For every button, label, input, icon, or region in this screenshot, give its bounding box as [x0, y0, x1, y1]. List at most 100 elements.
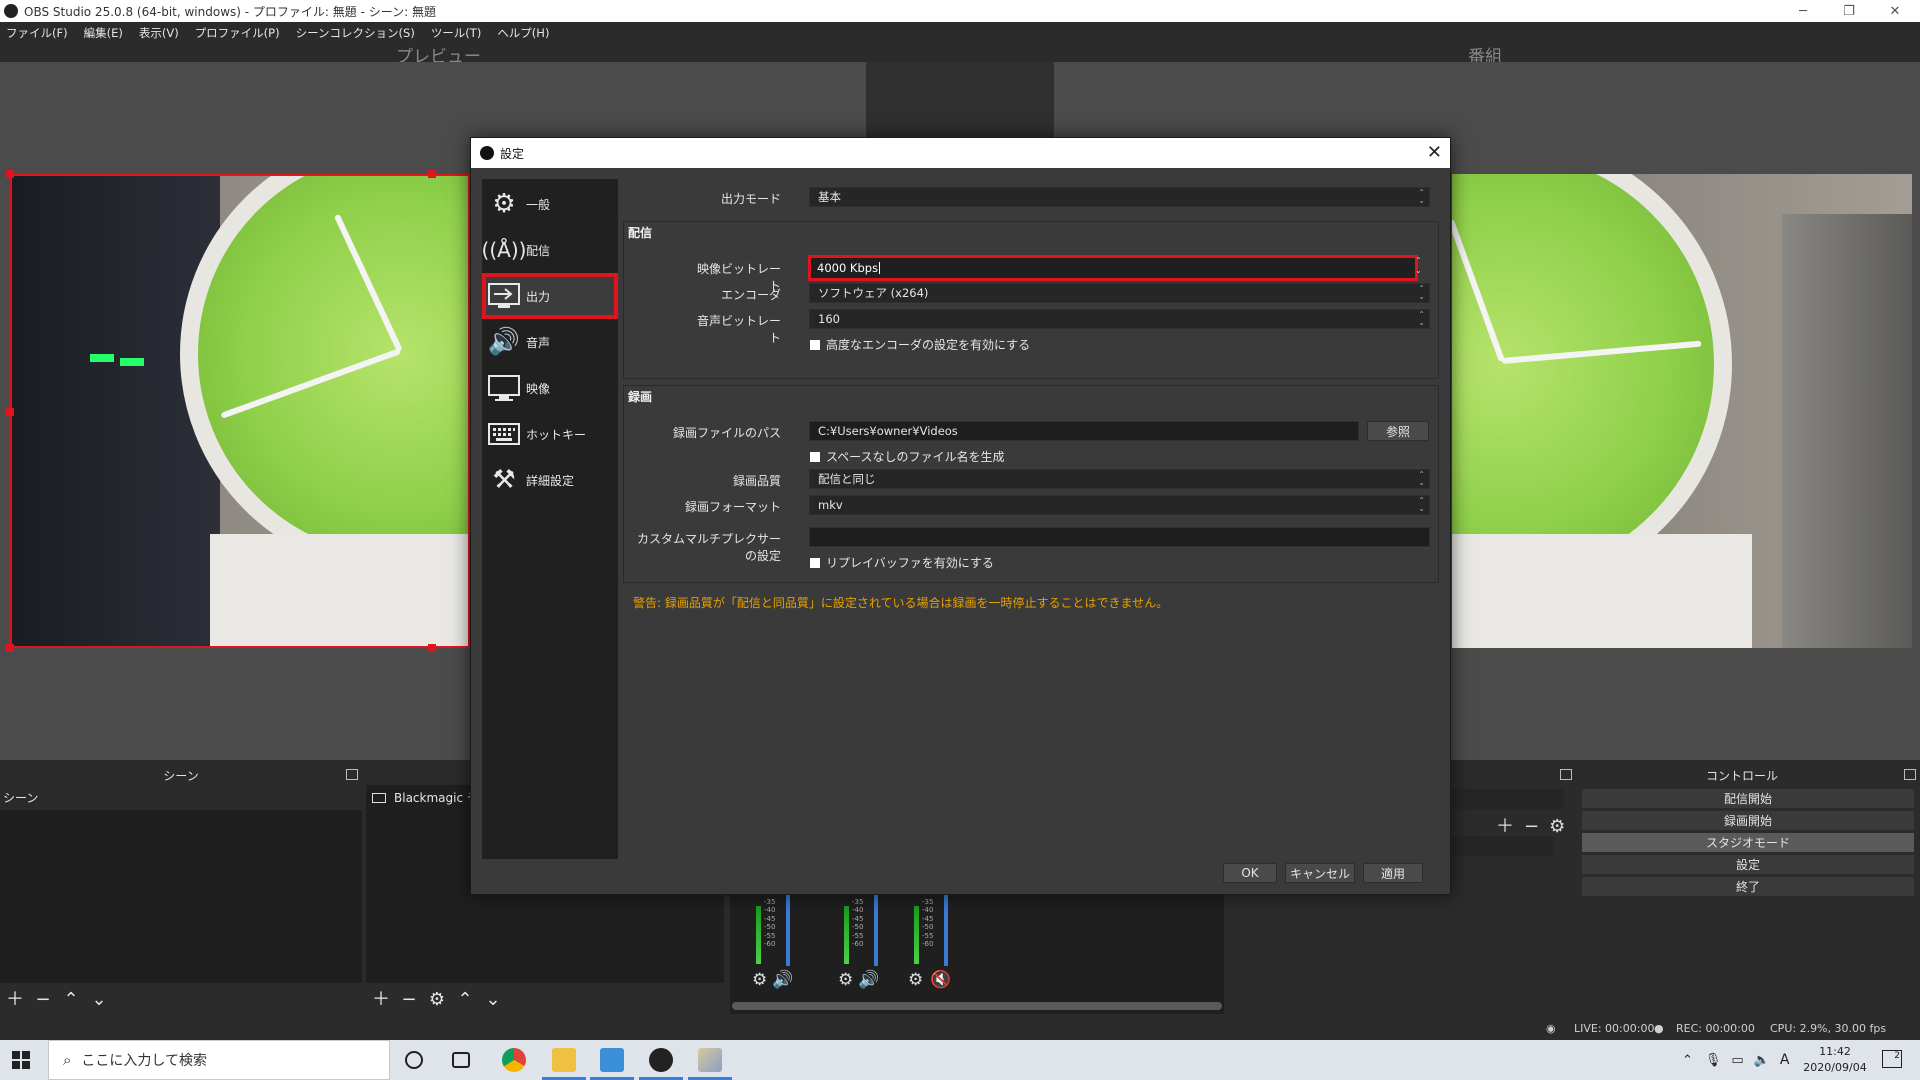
paint-icon[interactable]: [698, 1048, 722, 1072]
move-down-icon[interactable]: ⌄: [482, 990, 504, 1010]
menu-profile[interactable]: プロファイル(P): [195, 25, 280, 41]
menu-view[interactable]: 表示(V): [139, 25, 179, 41]
microphone-icon[interactable]: 🎙: [1705, 1053, 1722, 1068]
menu-scene-collection[interactable]: シーンコレクション(S): [296, 25, 415, 41]
gear-icon[interactable]: ⚙: [908, 970, 923, 990]
spinner-arrows-icon[interactable]: ⌃ ⌄: [1415, 256, 1422, 276]
browse-button[interactable]: 参照: [1367, 421, 1429, 441]
cancel-button[interactable]: キャンセル: [1285, 863, 1355, 883]
add-icon[interactable]: ＋: [4, 990, 26, 1010]
menu-edit[interactable]: 編集(E): [84, 25, 123, 41]
move-up-icon[interactable]: ⌃: [454, 990, 476, 1010]
output-mode-select[interactable]: 基本 ⌃ ⌄: [809, 187, 1430, 207]
recording-path-input[interactable]: C:¥Users¥owner¥Videos: [809, 421, 1359, 441]
start-recording-button[interactable]: 録画開始: [1582, 811, 1914, 830]
exit-button[interactable]: 終了: [1582, 877, 1914, 896]
recording-format-label: 録画フォーマット: [684, 500, 781, 514]
close-icon[interactable]: ✕: [1427, 142, 1442, 163]
tools-icon: ⚒: [492, 465, 516, 495]
speaker-icon[interactable]: 🔊: [772, 970, 793, 990]
nav-item-stream[interactable]: ((Å)) 配信: [482, 227, 618, 273]
speaker-icon[interactable]: 🔊: [858, 970, 879, 990]
gear-icon[interactable]: ⚙: [752, 970, 767, 990]
gear-icon[interactable]: ⚙: [838, 970, 853, 990]
gear-icon[interactable]: ⚙: [1549, 816, 1575, 837]
keyboard-icon: [486, 418, 522, 450]
ime-indicator[interactable]: A: [1780, 1052, 1790, 1068]
task-view-icon[interactable]: [452, 1052, 470, 1068]
apply-button[interactable]: 適用: [1363, 863, 1423, 883]
muted-speaker-icon[interactable]: 🔇: [930, 970, 951, 990]
maximize-button[interactable]: ❐: [1826, 0, 1872, 22]
transition-select[interactable]: [1452, 789, 1564, 809]
audio-mixer: -35 -40 -45 -50 -55 -60 -35 -40 -45 -50 -55 -60 -3…: [730, 892, 1224, 1014]
volume-slider[interactable]: [786, 892, 790, 966]
nav-item-general[interactable]: ⚙ 一般: [482, 181, 618, 227]
minimize-button[interactable]: ─: [1780, 0, 1826, 22]
scene-item[interactable]: シーン: [0, 785, 362, 810]
menu-file[interactable]: ファイル(F): [6, 25, 68, 41]
nav-item-audio[interactable]: 🔊 音声: [482, 319, 618, 365]
undock-icon[interactable]: [346, 769, 358, 780]
menu-tools[interactable]: ツール(T): [431, 25, 482, 41]
clock[interactable]: 11:42 2020/09/04: [1800, 1044, 1870, 1076]
remove-icon[interactable]: −: [32, 990, 54, 1010]
studio-mode-button[interactable]: スタジオモード: [1582, 833, 1914, 852]
network-icon[interactable]: ▭: [1731, 1053, 1743, 1068]
move-down-icon[interactable]: ⌄: [88, 990, 110, 1010]
add-icon[interactable]: ＋: [1496, 816, 1524, 837]
nav-item-video[interactable]: 映像: [482, 365, 618, 411]
gear-icon[interactable]: ⚙: [426, 990, 448, 1010]
resize-handle[interactable]: [6, 644, 14, 652]
replay-buffer-checkbox[interactable]: リプレイバッファを有効にする: [810, 554, 994, 571]
cortana-icon[interactable]: [405, 1051, 423, 1069]
windows-start-icon[interactable]: [12, 1051, 30, 1069]
duration-input[interactable]: [1452, 836, 1554, 856]
nav-item-output[interactable]: 出力: [482, 273, 618, 319]
recording-path-label: 録画ファイルのパス: [672, 426, 781, 440]
volume-slider[interactable]: [944, 892, 948, 966]
warning-message: 警告: 録画品質が「配信と同品質」に設定されている場合は録画を一時停止することは…: [633, 596, 1169, 610]
chrome-icon[interactable]: [502, 1048, 526, 1072]
advanced-encoder-checkbox[interactable]: 高度なエンコーダの設定を有効にする: [810, 336, 1030, 353]
file-explorer-icon[interactable]: [552, 1048, 576, 1072]
tray-expand-icon[interactable]: ⌃: [1682, 1053, 1693, 1068]
obs-taskbar-icon[interactable]: [649, 1048, 673, 1072]
resize-handle[interactable]: [428, 644, 436, 652]
recording-quality-select[interactable]: 配信と同じ ⌃ ⌄: [809, 469, 1430, 489]
move-up-icon[interactable]: ⌃: [60, 990, 82, 1010]
recording-format-select[interactable]: mkv ⌃ ⌄: [809, 495, 1430, 515]
close-window-button[interactable]: ✕: [1872, 0, 1918, 22]
encoder-select[interactable]: ソフトウェア (x264) ⌃ ⌄: [809, 283, 1430, 303]
custom-muxer-input[interactable]: [809, 527, 1430, 547]
remove-icon[interactable]: −: [398, 990, 420, 1010]
checkbox-box: [810, 451, 820, 462]
remove-icon[interactable]: −: [1524, 816, 1549, 837]
ok-button[interactable]: OK: [1223, 863, 1277, 883]
taskbar-search-input[interactable]: ⌕ ここに入力して検索: [48, 1040, 390, 1080]
obs-logo-icon: [480, 146, 494, 160]
nav-item-hotkeys[interactable]: ホットキー: [482, 411, 618, 457]
meter-scale: -35 -40 -45 -50 -55 -60: [922, 898, 934, 949]
settings-title: 設定: [500, 146, 525, 161]
resize-handle[interactable]: [428, 170, 436, 178]
add-icon[interactable]: ＋: [370, 990, 392, 1010]
mixer-scrollbar[interactable]: [732, 1002, 1222, 1010]
undock-icon[interactable]: [1560, 769, 1572, 780]
resize-handle[interactable]: [6, 170, 14, 178]
undock-icon[interactable]: [1904, 769, 1916, 780]
start-streaming-button[interactable]: 配信開始: [1582, 789, 1914, 808]
nav-item-advanced[interactable]: ⚒ 詳細設定: [482, 457, 618, 503]
source-selection-box[interactable]: [10, 174, 470, 648]
no-space-filename-checkbox[interactable]: スペースなしのファイル名を生成: [810, 448, 1005, 465]
resize-handle[interactable]: [6, 408, 14, 416]
settings-button[interactable]: 設定: [1582, 855, 1914, 874]
video-bitrate-input[interactable]: 4000 Kbps: [808, 255, 1418, 281]
scenes-list[interactable]: シーン: [0, 785, 362, 983]
volume-slider[interactable]: [874, 892, 878, 966]
notification-icon[interactable]: 2: [1882, 1050, 1902, 1068]
remote-desktop-icon[interactable]: [600, 1048, 624, 1072]
audio-bitrate-select[interactable]: 160 ⌃ ⌄: [809, 309, 1430, 329]
menu-help[interactable]: ヘルプ(H): [497, 25, 549, 41]
volume-icon[interactable]: 🔈: [1754, 1053, 1770, 1068]
